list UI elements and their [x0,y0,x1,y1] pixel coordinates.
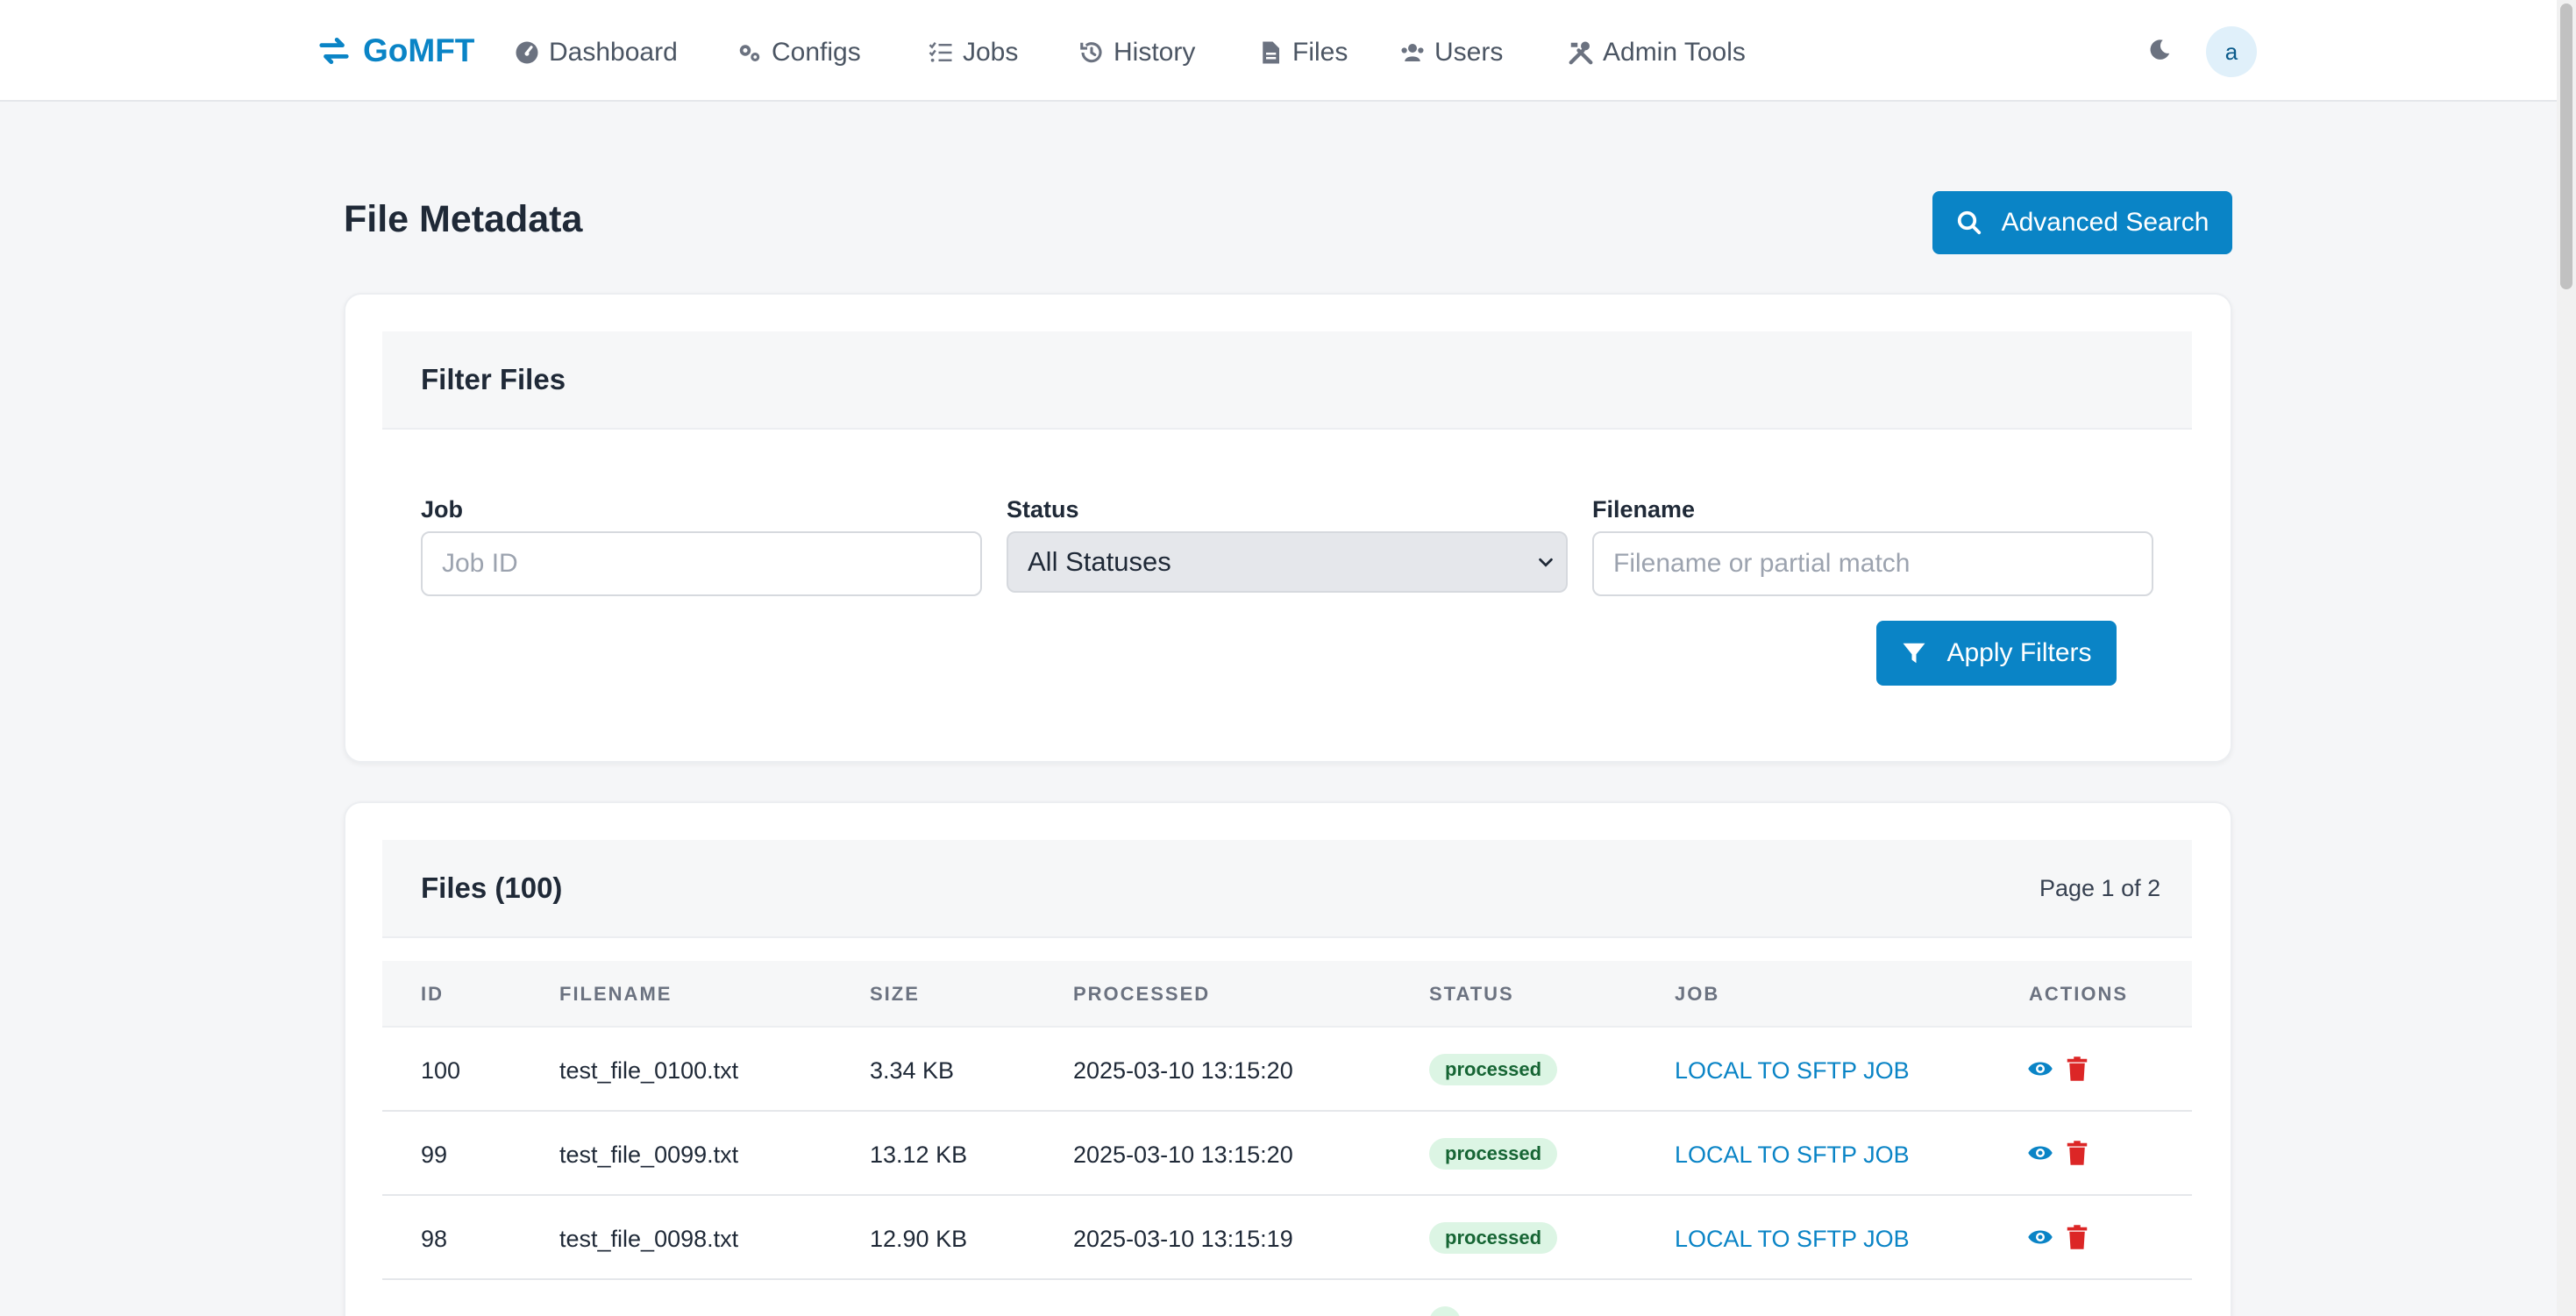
exchange-arrows-icon [319,37,349,65]
avatar[interactable]: a [2206,26,2257,77]
cell-processed: 2025-03-10 13:15:19 [1073,1226,1293,1252]
filter-icon [1903,643,1925,664]
nav-label-configs: Configs [772,38,861,67]
files-card-title: Files (100) [421,871,563,904]
nav-label-jobs: Jobs [963,38,1019,67]
filter-card-header [382,331,2192,430]
filter-card-title: Filter Files [421,363,566,395]
chevron-down-icon [1539,558,1553,567]
cell-filename: test_file_0099.txt [559,1142,739,1168]
eye-icon[interactable] [2027,1224,2053,1250]
cell-size: 12.90 KB [870,1226,968,1252]
eye-icon[interactable] [2027,1140,2053,1166]
column-header-status: STATUS [1429,983,1514,1005]
status-badge: processed [1429,1138,1558,1170]
column-header-filename: FILENAME [559,983,672,1005]
moon-icon[interactable] [2146,37,2173,63]
list-check-icon [929,42,952,62]
dashboard-icon [516,41,538,64]
cell-processed: 2025-03-10 13:15:20 [1073,1142,1293,1168]
job-link[interactable]: LOCAL TO SFTP JOB [1675,1226,1910,1253]
filename-label: Filename [1592,496,1696,523]
job-link[interactable]: LOCAL TO SFTP JOB [1675,1057,1910,1085]
files-card-header [382,840,2192,938]
top-navbar: GoMFT Dashboard Configs Jobs History Fil… [0,0,2557,102]
apply-filters-button[interactable]: Apply Filters [1876,621,2117,686]
trash-icon[interactable] [2064,1056,2090,1082]
nav-label-dashboard: Dashboard [549,38,678,67]
apply-filters-label: Apply Filters [1946,638,2092,667]
advanced-search-label: Advanced Search [2001,208,2210,237]
nav-item-configs[interactable]: Configs [737,32,861,74]
status-badge: processed [1429,1222,1558,1254]
trash-icon[interactable] [2064,1140,2090,1166]
cell-size: 3.34 KB [870,1057,955,1084]
page-info: Page 1 of 2 [2039,875,2161,901]
cell-processed: 2025-03-10 13:15:20 [1073,1057,1293,1084]
nav-item-dashboard[interactable]: Dashboard [514,32,678,74]
nav-item-jobs[interactable]: Jobs [928,32,1018,74]
nav-item-files[interactable]: Files [1257,32,1348,74]
filename-input[interactable] [1592,531,2153,596]
brand-logo[interactable]: GoMFT [317,28,474,74]
search-icon [1957,210,1981,235]
nav-item-users[interactable]: Users [1399,32,1503,74]
status-select[interactable]: All Statuses [1007,531,1568,593]
column-header-id: ID [421,983,444,1005]
nav-item-admin-tools[interactable]: Admin Tools [1568,32,1746,74]
status-badge: processed [1429,1054,1558,1085]
scrollbar-thumb[interactable] [2560,4,2572,289]
file-icon [1263,41,1279,64]
nav-label-admin-tools: Admin Tools [1603,38,1746,67]
brand-name: GoMFT [363,32,475,68]
cell-id: 99 [421,1142,448,1168]
column-header-job: JOB [1675,983,1720,1005]
job-id-input[interactable] [421,531,982,596]
trash-icon[interactable] [2064,1224,2090,1250]
column-header-size: SIZE [870,983,920,1005]
job-link[interactable]: LOCAL TO SFTP JOB [1675,1142,1910,1169]
cell-size: 13.12 KB [870,1142,968,1168]
cell-filename: test_file_0100.txt [559,1057,739,1084]
cell-filename: test_file_0098.txt [559,1226,739,1252]
eye-icon[interactable] [2027,1056,2053,1082]
nav-item-history[interactable]: History [1078,32,1195,74]
page-title: File Metadata [344,198,583,240]
column-header-processed: PROCESSED [1073,983,1211,1005]
cell-id: 100 [421,1057,461,1084]
cell-id: 98 [421,1226,448,1252]
nav-label-files: Files [1292,38,1348,67]
table-row [382,1280,2192,1316]
tools-icon [1569,41,1593,65]
advanced-search-button[interactable]: Advanced Search [1932,191,2232,254]
column-header-actions: ACTIONS [2029,983,2128,1005]
users-icon [1401,44,1424,61]
history-icon [1080,42,1102,63]
nav-label-users: Users [1434,38,1504,67]
status-select-value: All Statuses [1028,546,1171,577]
cogs-icon [739,45,760,61]
status-label: Status [1007,496,1079,523]
job-label: Job [421,496,464,523]
nav-label-history: History [1114,38,1196,67]
